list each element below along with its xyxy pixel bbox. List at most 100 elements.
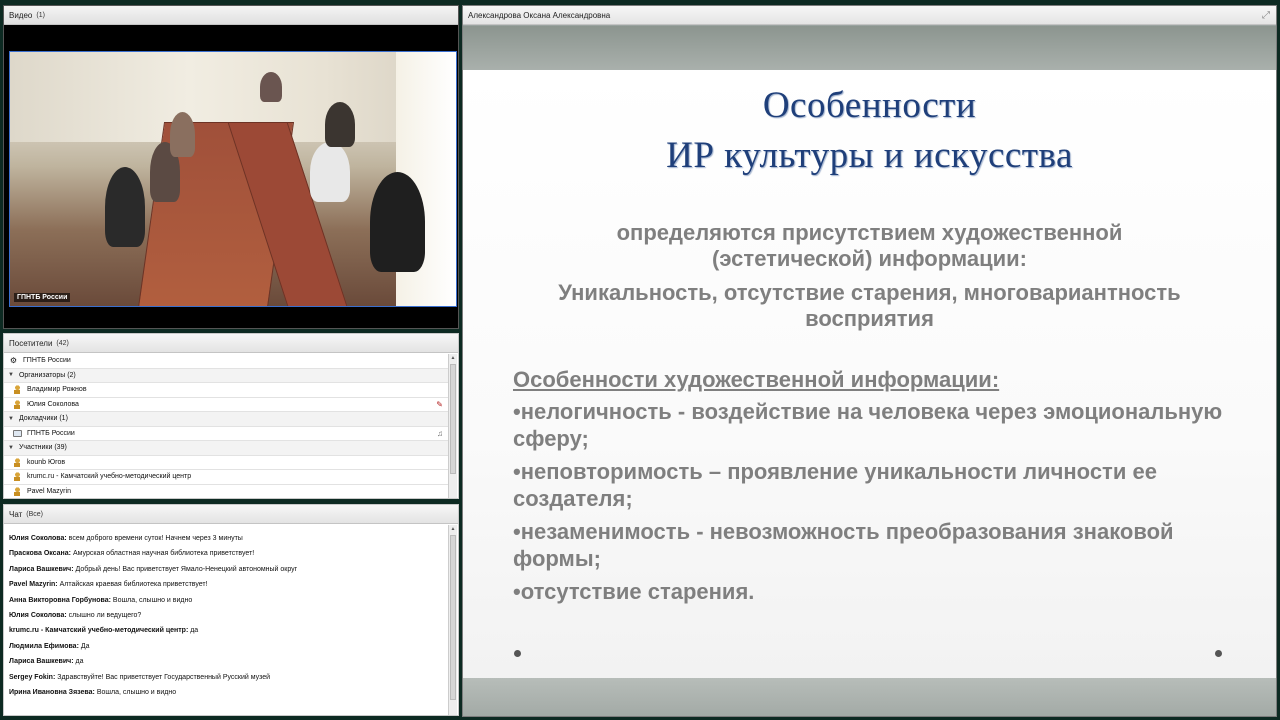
attendee-name: Pavel Mazyrin <box>27 487 71 495</box>
room-label: ГПНТБ России <box>23 357 71 365</box>
chat-author: Ирина Ивановна Зязева: <box>9 688 95 696</box>
share-top-band <box>463 26 1276 70</box>
chat-message: Лариса Вашкевич: да <box>4 654 449 669</box>
chat-pod-header[interactable]: Чат (Все) <box>4 505 458 524</box>
attendee-figure <box>325 102 355 147</box>
group-label: Участники (39) <box>18 444 67 452</box>
camera-feed[interactable]: ГПНТБ России <box>9 51 457 307</box>
collapse-triangle-icon[interactable]: ▼ <box>8 416 14 422</box>
chat-pod: Чат (Все) Юлия Соколова: всем доброго вр… <box>3 504 459 716</box>
attendees-pod-count: (42) <box>56 339 69 347</box>
scrollbar-thumb[interactable] <box>450 535 456 700</box>
attendee-figure <box>105 167 145 247</box>
chat-text: Амурская областная научная библиотека пр… <box>71 550 255 558</box>
attendee-list[interactable]: ⚙ ГПНТБ России ▼ Организаторы (2) Владим… <box>4 354 449 498</box>
attendee-name: Владимир Рожнов <box>27 386 87 394</box>
attendee-figure <box>310 142 350 202</box>
attendee-figure <box>260 72 282 102</box>
bullet-item: •отсутствие старения. <box>513 579 755 604</box>
person-icon <box>13 486 22 496</box>
video-pod-header[interactable]: Видео (1) <box>4 6 458 25</box>
bullet-item: •незаменимость - невозможность преобразо… <box>513 519 1174 571</box>
presenter-name: Александрова Оксана Александровна <box>468 10 611 20</box>
bullet-item: •нелогичность - воздействие на человека … <box>513 399 1223 451</box>
chat-author: Pavel Mazyrin: <box>9 581 58 589</box>
share-pod-header[interactable]: Александрова Оксана Александровна <box>463 6 1276 25</box>
room-row[interactable]: ⚙ ГПНТБ России <box>4 354 449 369</box>
monitor-icon <box>13 429 22 437</box>
chat-author: Людмила Ефимова: <box>9 642 79 650</box>
bullets-heading: Особенности художественной информации: <box>513 367 1000 392</box>
person-icon <box>13 472 22 482</box>
bullet-item: •неповторимость – проявление уникальност… <box>513 459 1157 511</box>
attendee-row[interactable]: ГПНТБ России ♫ <box>4 427 449 441</box>
chat-text: Вошла, слышно и видно <box>110 596 193 604</box>
chat-text: слышно ли ведущего? <box>66 611 142 619</box>
scroll-up-icon[interactable]: ▲ <box>449 354 457 362</box>
attendee-scrollbar[interactable]: ▲ <box>448 354 457 498</box>
presentation-slide: Особенности ИР культуры и искусства опре… <box>463 70 1276 678</box>
attendee-name: Юлия Соколова <box>27 400 79 408</box>
chat-scrollbar[interactable]: ▲ <box>448 525 457 715</box>
slide-nav-dot-left <box>514 650 521 657</box>
attendee-figure <box>170 112 195 157</box>
group-label: Докладчики (1) <box>18 415 68 423</box>
chat-author: Юлия Соколова: <box>9 611 67 619</box>
chat-message: Pavel Mazyrin: Алтайская краевая библиот… <box>4 577 449 592</box>
scrollbar-thumb[interactable] <box>450 364 456 474</box>
attendee-row[interactable]: kounb Югов <box>4 456 449 470</box>
slide-nav-dot-right <box>1215 650 1222 657</box>
scroll-up-icon[interactable]: ▲ <box>449 525 457 533</box>
mic-on-icon: ♫ <box>437 428 443 438</box>
attendee-name: krumc.ru - Камчатский учебно-методически… <box>27 473 192 481</box>
chat-author: Лариса Вашкевич: <box>9 658 74 666</box>
chat-message: Лариса Вашкевич: Добрый день! Вас привет… <box>4 562 449 577</box>
chat-author: krumc.ru - Камчатский учебно-методически… <box>9 627 189 635</box>
chat-text: Да <box>78 642 90 650</box>
slide-title-line2: ИР культуры и искусства <box>666 135 1073 176</box>
chat-text: Алтайская краевая библиотека приветствуе… <box>57 581 208 589</box>
person-icon <box>13 399 22 409</box>
share-bottom-band <box>463 678 1276 716</box>
chat-text: Добрый день! Вас приветствует Ямало-Нене… <box>73 565 298 573</box>
person-icon <box>13 457 22 467</box>
chat-message: Анна Викторовна Горбунова: Вошла, слышно… <box>4 593 449 608</box>
video-pod-title: Видео <box>9 10 33 20</box>
chat-author: Анна Викторовна Горбунова: <box>9 596 111 604</box>
chat-author: Sergey Fokin: <box>9 673 56 681</box>
chat-pod-title: Чат <box>9 509 23 519</box>
fullscreen-icon[interactable]: ⤢ <box>1262 10 1270 21</box>
chat-text: да <box>188 627 199 635</box>
group-hosts[interactable]: ▼ Организаторы (2) <box>4 368 449 383</box>
mic-off-icon: ✎ <box>436 399 443 409</box>
slide-bullets: Особенности художественной информации: •… <box>513 366 1233 611</box>
chat-message: Sergey Fokin: Здравствуйте! Вас приветст… <box>4 670 449 685</box>
group-label: Организаторы (2) <box>18 371 76 379</box>
chat-messages[interactable]: Юлия Соколова: всем доброго времени суто… <box>4 531 449 715</box>
attendees-pod-header[interactable]: Посетители (42) <box>4 334 458 353</box>
chat-message: krumc.ru - Камчатский учебно-методически… <box>4 623 449 638</box>
slide-title-line1: Особенности <box>762 85 977 126</box>
slide-subtitle-line1: определяются присутствием художественной <box>616 220 1123 245</box>
group-presenters[interactable]: ▼ Докладчики (1) <box>4 412 449 427</box>
chat-author: Лариса Вашкевич: <box>9 565 74 573</box>
camera-label: ГПНТБ России <box>14 293 71 302</box>
chat-text: всем доброго времени суток! Начнем через… <box>66 535 243 542</box>
attendee-name: ГПНТБ России <box>27 429 75 437</box>
collapse-triangle-icon[interactable]: ▼ <box>8 445 14 451</box>
chat-message: Юлия Соколова: всем доброго времени суто… <box>4 531 449 546</box>
attendees-pod: Посетители (42) ⚙ ГПНТБ России ▼ Организ… <box>3 333 459 499</box>
chat-message: Людмила Ефимова: Да <box>4 639 449 654</box>
chat-message: Ирина Ивановна Зязева: Вошла, слышно и в… <box>4 685 449 700</box>
collapse-triangle-icon[interactable]: ▼ <box>8 372 14 378</box>
share-pod: Александрова Оксана Александровна ⤢ Особ… <box>462 5 1277 717</box>
chat-text: Вошла, слышно и видно <box>94 688 177 696</box>
attendee-row[interactable]: Pavel Mazyrin <box>4 485 449 499</box>
attendee-row[interactable]: krumc.ru - Камчатский учебно-методически… <box>4 470 449 485</box>
chat-message: Праскова Оксана: Амурская областная науч… <box>4 546 449 561</box>
group-participants[interactable]: ▼ Участники (39) <box>4 441 449 456</box>
attendee-row[interactable]: Владимир Рожнов <box>4 383 449 398</box>
chat-scope[interactable]: (Все) <box>26 511 43 518</box>
attendee-row[interactable]: Юлия Соколова ✎ <box>4 398 449 412</box>
slide-subtitle-line2: (эстетической) информации: <box>712 246 1027 271</box>
